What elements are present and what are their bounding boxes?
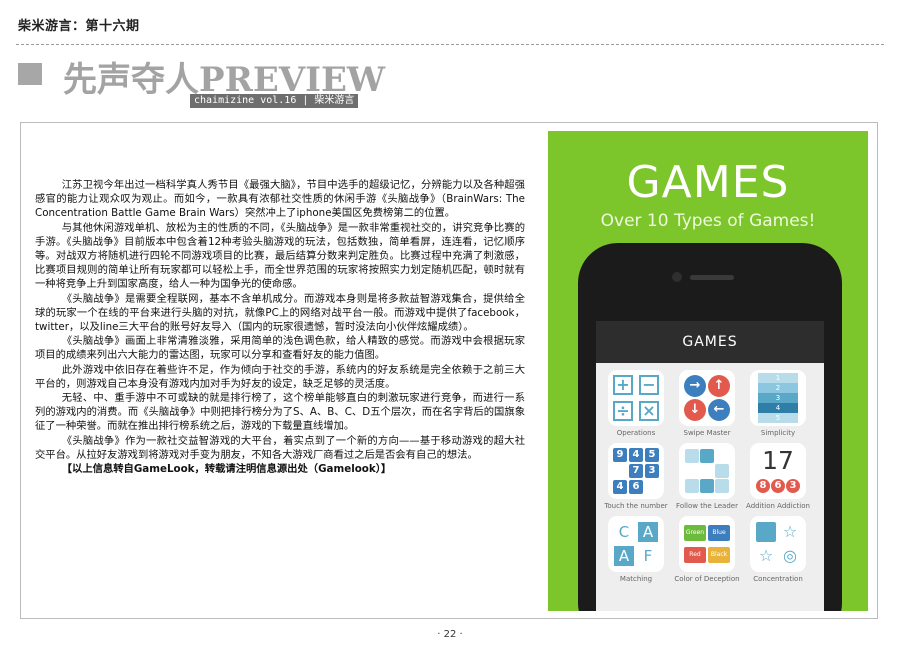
addition-addiction-icon: 17 8 6 3 [750, 443, 806, 499]
game-tile-operations[interactable]: + − ÷ × Operations [603, 370, 669, 439]
leader-cell [700, 479, 714, 493]
number-cell: 7 [629, 464, 643, 478]
number-cell: 3 [645, 464, 659, 478]
game-tile-simplicity[interactable]: 1 2 3 4 5 Simplicity [745, 370, 811, 439]
game-tile-grid: + − ÷ × Operations → ↑ ↓ ← Swipe Master [596, 363, 824, 585]
target-icon: ◎ [783, 546, 797, 565]
game-tile-color-of-deception[interactable]: Green Blue Red Black Color of Deception [674, 516, 740, 585]
game-tile-follow-the-leader[interactable]: Follow the Leader [674, 443, 740, 512]
number-cell: 5 [645, 448, 659, 462]
color-of-deception-icon: Green Blue Red Black [679, 516, 735, 572]
leader-cell [700, 449, 714, 463]
arrow-left-icon: ← [708, 399, 730, 421]
matching-icon: C A A F [608, 516, 664, 572]
leader-cell [715, 464, 729, 478]
minus-icon: − [639, 375, 659, 395]
color-word: Black [708, 547, 730, 563]
divide-icon: ÷ [613, 401, 633, 421]
color-word: Green [684, 525, 706, 541]
concentration-icon: ☆ ☆ ◎ [750, 516, 806, 572]
page-number: · 22 · [437, 629, 463, 640]
number-cell: 6 [629, 480, 643, 494]
leader-cell [685, 479, 699, 493]
article-body: 江苏卫视今年出过一档科学真人秀节目《最强大脑》，节目中选手的超级记忆，分辨能力以… [35, 178, 525, 476]
phone-screen: GAMES + − ÷ × Operations → ↑ ↓ ← Swipe M… [596, 321, 824, 611]
tile-label: Touch the number [604, 502, 668, 510]
match-letter: A [638, 522, 658, 542]
star-icon: ☆ [758, 546, 774, 565]
match-letter: F [643, 547, 653, 565]
simplicity-bar: 1 [758, 373, 798, 383]
star-icon: ☆ [782, 522, 798, 541]
arrow-up-icon: ↑ [708, 375, 730, 397]
promo-image: GAMES Over 10 Types of Games! GAMES + − … [548, 131, 868, 611]
multiply-icon: × [639, 401, 659, 421]
phone-mockup: GAMES + − ÷ × Operations → ↑ ↓ ← Swipe M… [578, 243, 842, 611]
addend-bubble: 8 [756, 479, 770, 493]
article-paragraph: 《头脑战争》画面上非常清雅淡雅，采用简单的浅色调色款，给人精致的感觉。而游戏中会… [35, 335, 525, 362]
dashed-divider [16, 44, 884, 45]
phone-speaker [690, 275, 734, 280]
sub-banner: chaimizine vol.16 | 柴米游言 [190, 94, 359, 108]
simplicity-bar: 5 [758, 413, 798, 423]
touch-the-number-icon: 9 4 5 7 3 4 6 [608, 443, 664, 499]
arrow-right-icon: → [684, 375, 706, 397]
simplicity-bar: 4 [758, 403, 798, 413]
article-paragraph: 此外游戏中依旧存在着些许不足，作为倾向于社交的手游，系统内的好友系统是完全依赖于… [35, 363, 525, 390]
leader-cell [715, 479, 729, 493]
article-paragraph: 与其他休闲游戏单机、放松为主的性质的不同，《头脑战争》是一款非常重视社交的，讲究… [35, 221, 525, 291]
tile-label: Simplicity [760, 429, 796, 437]
game-tile-addition-addiction[interactable]: 17 8 6 3 Addition Addiction [745, 443, 811, 512]
tile-label: Color of Deception [674, 575, 740, 583]
phone-camera-icon [672, 272, 682, 282]
number-cell: 9 [613, 448, 627, 462]
game-tile-touch-the-number[interactable]: 9 4 5 7 3 4 6 Touch the number [603, 443, 669, 512]
simplicity-bar: 3 [758, 393, 798, 403]
source-note: 【以上信息转自GameLook，转载请注明信息源出处（Gamelook）】 [61, 463, 392, 476]
color-word: Red [684, 547, 706, 563]
simplicity-bar: 2 [758, 383, 798, 393]
addend-bubble: 6 [771, 479, 785, 493]
promo-subheading: Over 10 Types of Games! [600, 211, 816, 231]
swipe-master-icon: → ↑ ↓ ← [679, 370, 735, 426]
tile-label: Operations [616, 429, 656, 437]
simplicity-icon: 1 2 3 4 5 [750, 370, 806, 426]
section-square-icon [18, 63, 42, 85]
tile-label: Swipe Master [683, 429, 731, 437]
concentration-card [756, 522, 776, 542]
tile-label: Matching [619, 575, 653, 583]
game-tile-swipe-master[interactable]: → ↑ ↓ ← Swipe Master [674, 370, 740, 439]
tile-label: Concentration [753, 575, 803, 583]
tile-label: Addition Addiction [746, 502, 810, 510]
operations-icon: + − ÷ × [608, 370, 664, 426]
issue-label: 柴米游言：第十六期 [18, 19, 140, 34]
target-sum: 17 [762, 446, 794, 475]
app-bar-title: GAMES [596, 321, 824, 363]
article-paragraph: 《头脑战争》作为一款社交益智游戏的大平台，着实点到了一个新的方向——基于移动游戏… [35, 434, 525, 461]
number-cell: 4 [613, 480, 627, 494]
plus-icon: + [613, 375, 633, 395]
article-paragraph: 江苏卫视今年出过一档科学真人秀节目《最强大脑》，节目中选手的超级记忆，分辨能力以… [35, 179, 525, 220]
number-cell: 4 [629, 448, 643, 462]
color-word: Blue [708, 525, 730, 541]
arrow-down-icon: ↓ [684, 399, 706, 421]
addend-bubble: 3 [786, 479, 800, 493]
match-letter: A [614, 546, 634, 566]
article-paragraph: 无轻、中、重手游中不可或缺的就是排行榜了，这个榜单能够直白的刺激玩家进行竞争，而… [35, 392, 525, 433]
game-tile-concentration[interactable]: ☆ ☆ ◎ Concentration [745, 516, 811, 585]
game-tile-matching[interactable]: C A A F Matching [603, 516, 669, 585]
follow-the-leader-icon [679, 443, 735, 499]
leader-cell [685, 449, 699, 463]
promo-heading: GAMES [626, 157, 790, 208]
match-letter: C [618, 523, 630, 541]
tile-label: Follow the Leader [676, 502, 738, 510]
article-paragraph: 《头脑战争》是需要全程联网，基本不含单机成分。而游戏本身则是将多款益智游戏集合，… [35, 292, 525, 334]
